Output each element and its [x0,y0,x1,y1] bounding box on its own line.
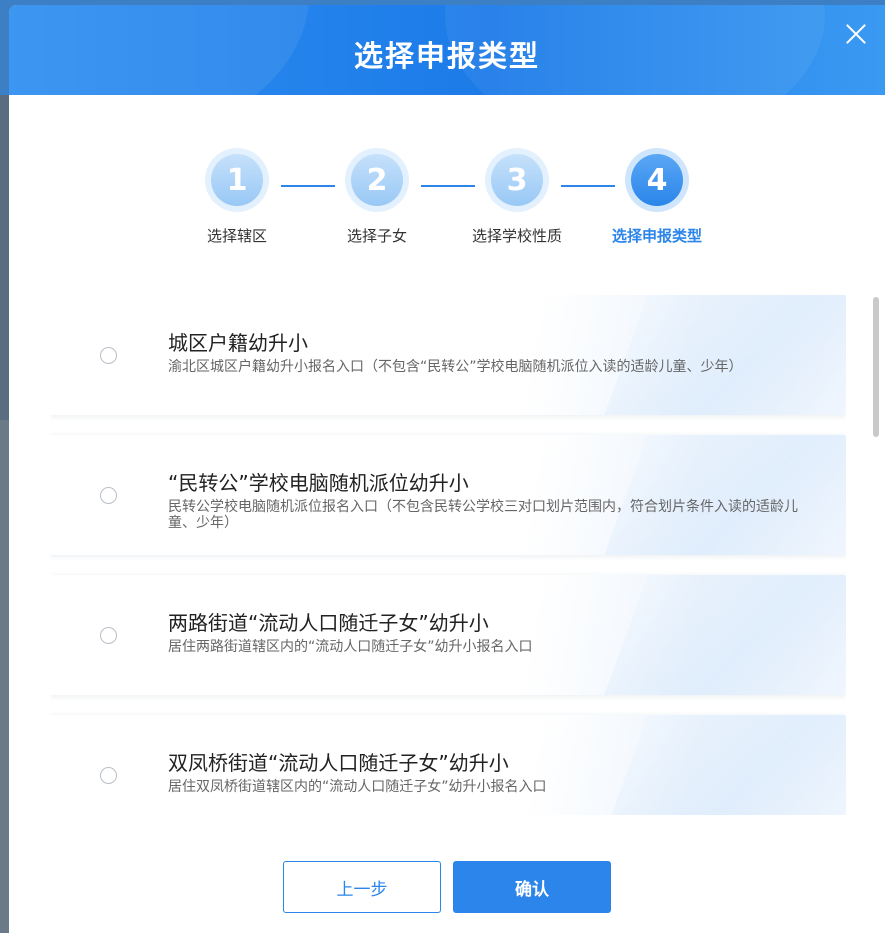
option-description: 渝北区城区户籍幼升小报名入口（不包含“民转公”学校电脑随机派位入读的适龄儿童、少… [168,359,743,375]
step-label: 选择学校性质 [471,227,562,245]
dialog-header: 选择申报类型 [9,5,885,95]
confirm-button[interactable]: 确认 [453,861,611,913]
scrollbar-thumb[interactable] [873,297,879,437]
radio-button[interactable] [100,487,117,504]
radio-button[interactable] [100,347,117,364]
step-label: 选择子女 [346,227,407,245]
step-label: 选择辖区 [206,227,267,245]
step-number: 4 [631,154,683,206]
option-description: 居住双凤桥街道辖区内的“流动人口随迁子女”幼升小报名入口 [168,779,547,795]
previous-step-button[interactable]: 上一步 [283,861,441,913]
option-title: 城区户籍幼升小 [168,331,308,355]
radio-button[interactable] [100,627,117,644]
declaration-type-list: 城区户籍幼升小 渝北区城区户籍幼升小报名入口（不包含“民转公”学校电脑随机派位入… [50,295,846,815]
step-4: 4 选择申报类型 [587,148,727,246]
step-number: 1 [211,154,263,206]
option-description: 居住两路街道辖区内的“流动人口随迁子女”幼升小报名入口 [168,639,533,655]
option-card[interactable]: 两路街道“流动人口随迁子女”幼升小 居住两路街道辖区内的“流动人口随迁子女”幼升… [50,575,846,695]
option-card[interactable]: 城区户籍幼升小 渝北区城区户籍幼升小报名入口（不包含“民转公”学校电脑随机派位入… [50,295,846,415]
step-1: 1 选择辖区 [167,148,307,246]
radio-button[interactable] [100,767,117,784]
step-number: 3 [491,154,543,206]
select-declaration-type-dialog: 选择申报类型 1 选择辖区 2 选择子女 3 选择学校性质 4 选择申报类型 城… [9,5,885,933]
step-2: 2 选择子女 [307,148,447,246]
close-icon[interactable] [845,23,867,45]
option-title: 双凤桥街道“流动人口随迁子女”幼升小 [168,751,509,775]
option-title: “民转公”学校电脑随机派位幼升小 [168,471,469,495]
stepper: 1 选择辖区 2 选择子女 3 选择学校性质 4 选择申报类型 [9,148,885,258]
step-3: 3 选择学校性质 [447,148,587,246]
step-number: 2 [351,154,403,206]
dialog-title: 选择申报类型 [353,39,540,73]
step-label: 选择申报类型 [611,227,702,245]
option-title: 两路街道“流动人口随迁子女”幼升小 [168,611,489,635]
option-card[interactable]: 双凤桥街道“流动人口随迁子女”幼升小 居住双凤桥街道辖区内的“流动人口随迁子女”… [50,715,846,815]
option-card[interactable]: “民转公”学校电脑随机派位幼升小 民转公学校电脑随机派位报名入口（不包含民转公学… [50,435,846,555]
option-description: 民转公学校电脑随机派位报名入口（不包含民转公学校三对口划片范围内，符合划片条件入… [168,499,798,531]
